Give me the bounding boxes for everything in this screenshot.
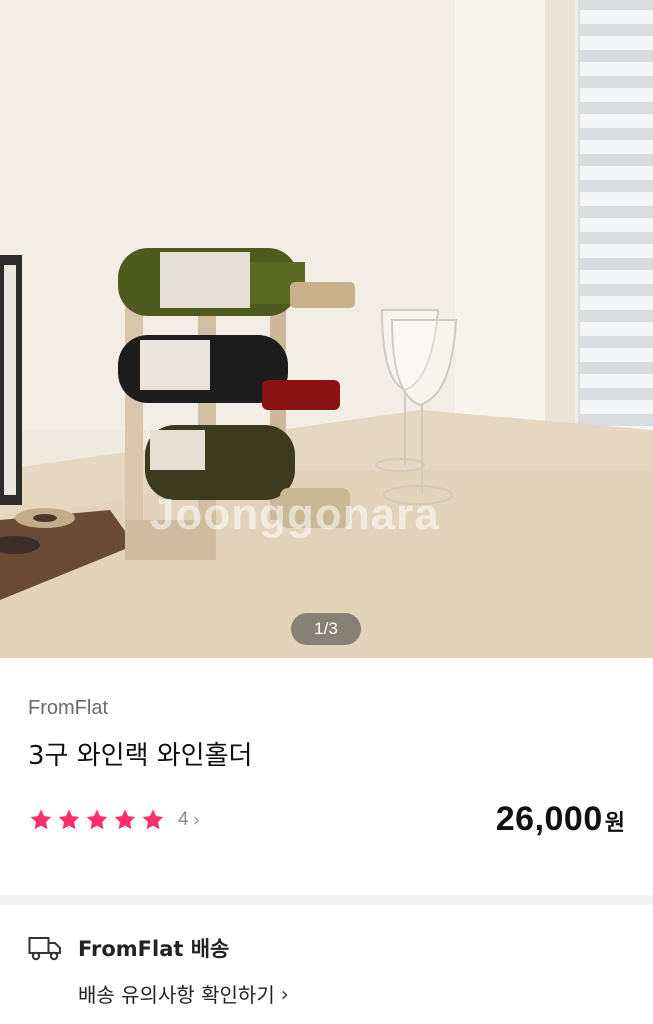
star-icon: [114, 809, 136, 830]
delivery-notice-link[interactable]: 배송 유의사항 확인하기 ›: [78, 979, 289, 1008]
product-page: Joonggonara 1/3 FromFlat 3구 와인랙 와인홀더 4 ›…: [0, 0, 653, 1024]
chevron-right-icon: ›: [280, 981, 289, 1006]
product-image-carousel[interactable]: Joonggonara 1/3: [0, 0, 653, 658]
truck-icon: [28, 937, 61, 961]
star-icon: [142, 809, 164, 830]
rating-summary[interactable]: 4 ›: [28, 808, 200, 832]
brand-name[interactable]: FromFlat: [28, 697, 108, 720]
delivery-notice-label: 배송 유의사항 확인하기: [78, 983, 275, 1007]
price-amount: 26,000: [495, 800, 603, 838]
section-divider: [0, 895, 653, 905]
watermark-text: Joonggonara: [150, 490, 440, 539]
delivery-title: FromFlat 배송: [78, 937, 230, 961]
image-counter: 1/3: [291, 613, 361, 645]
price-currency: 원: [604, 811, 625, 836]
chevron-right-icon: ›: [192, 809, 201, 831]
star-icon: [58, 809, 80, 830]
product-photo: [0, 0, 653, 658]
delivery-info: FromFlat 배송: [28, 933, 229, 963]
star-icon: [30, 809, 52, 830]
rating-stars: [28, 808, 166, 832]
star-icon: [86, 809, 108, 830]
product-title: 3구 와인랙 와인홀더: [28, 741, 253, 771]
product-price: 26,000 원: [496, 800, 625, 839]
review-count: 4: [178, 809, 189, 830]
